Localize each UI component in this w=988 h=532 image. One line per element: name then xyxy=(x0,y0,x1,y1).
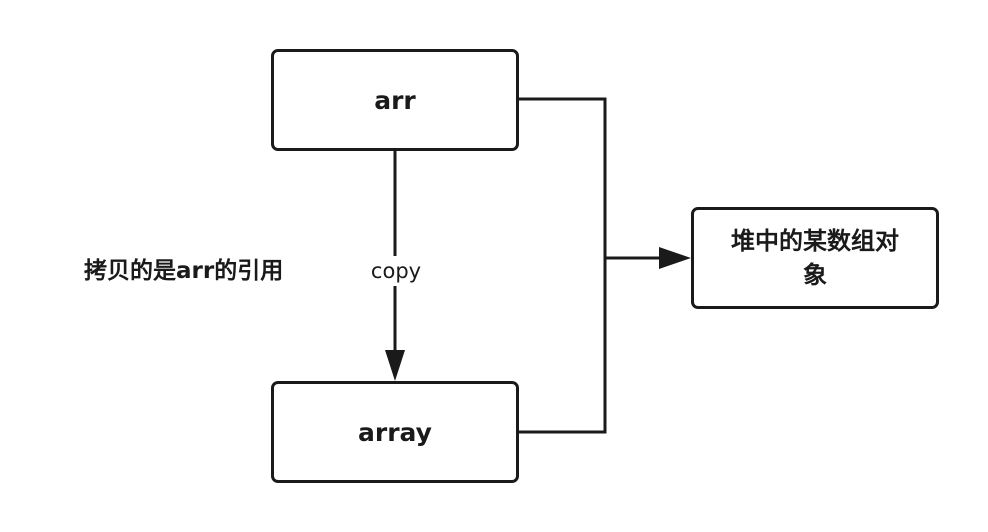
node-heap-object: 堆中的某数组对象 xyxy=(691,207,939,309)
node-array-label: array xyxy=(358,417,432,447)
node-arr: arr xyxy=(271,49,519,151)
copy-edge-arrowhead xyxy=(385,350,405,381)
copy-edge-label: copy xyxy=(364,256,428,286)
array-to-heap-connector xyxy=(519,258,607,434)
reference-annotation: 拷贝的是arr的引用 xyxy=(84,258,284,284)
node-heap-object-label: 堆中的某数组对象 xyxy=(731,227,899,289)
heap-edge-arrowhead xyxy=(659,247,691,269)
node-arr-label: arr xyxy=(374,85,416,115)
node-array: array xyxy=(271,381,519,483)
arr-to-heap-connector xyxy=(519,97,607,258)
